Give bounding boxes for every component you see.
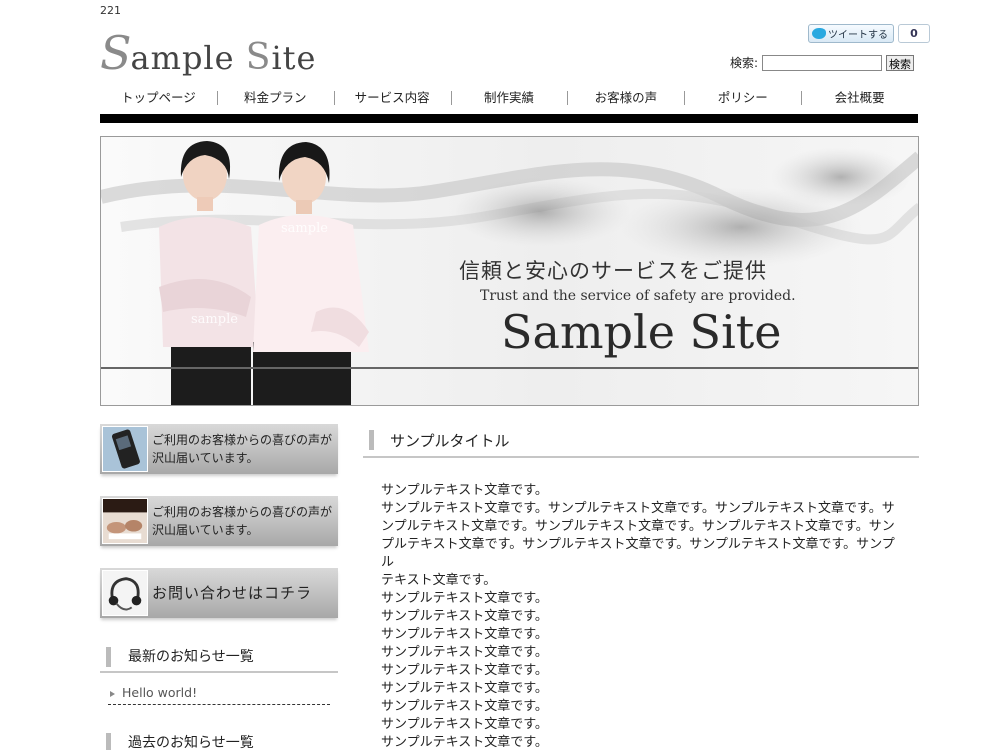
tweet-count: 0	[898, 24, 930, 43]
search-input[interactable]	[762, 54, 883, 71]
side-banner-text: ご利用のお客様からの喜びの声が 沢山届いています。	[152, 433, 333, 465]
hero-tagline-jp: 信頼と安心のサービスをご提供	[459, 259, 767, 283]
past-news-heading: 過去のお知らせ一覧	[100, 731, 338, 750]
nav-item-pricing[interactable]: 料金プラン	[216, 86, 334, 110]
twitter-bird-icon	[812, 28, 826, 39]
nav-item-company[interactable]: 会社概要	[801, 86, 918, 110]
meeting-icon	[102, 498, 148, 544]
hero-divider	[101, 367, 918, 369]
hero-tagline-en: Trust and the service of safety are prov…	[480, 288, 796, 304]
latest-news-heading: 最新のお知らせ一覧	[100, 645, 338, 673]
news-item[interactable]: Hello world!	[108, 683, 330, 705]
nav-item-services[interactable]: サービス内容	[333, 86, 451, 110]
site-logo[interactable]: Sample Site	[100, 26, 316, 76]
nav-underline-bar	[100, 114, 918, 123]
search-label: 検索:	[730, 56, 759, 70]
nav-item-voices[interactable]: お客様の声	[567, 86, 684, 110]
tweet-widget: ツイートする 0	[808, 24, 930, 43]
phone-icon	[102, 426, 148, 472]
main-title: サンプルタイトル	[363, 426, 919, 458]
page-id: 221	[100, 4, 121, 17]
side-banner-text: お問い合わせはコチラ	[152, 584, 313, 602]
side-banner-contact[interactable]: お問い合わせはコチラ	[100, 568, 338, 618]
hero-banner: sample sample 信頼と安心のサービスをご提供 Trust and t…	[100, 136, 919, 406]
side-banner-voices-1[interactable]: ご利用のお客様からの喜びの声が 沢山届いています。	[100, 424, 338, 474]
logo-text: Sample Site	[100, 26, 317, 80]
watermark-2: sample	[191, 312, 238, 327]
tweet-button[interactable]: ツイートする	[808, 24, 894, 43]
tweet-label: ツイートする	[828, 30, 888, 41]
global-nav: トップページ 料金プラン サービス内容 制作実績 お客様の声 ポリシー 会社概要	[100, 86, 918, 110]
headset-icon	[102, 570, 148, 616]
side-banner-text: ご利用のお客様からの喜びの声が 沢山届いています。	[152, 505, 333, 537]
nav-item-top[interactable]: トップページ	[100, 86, 217, 110]
nav-item-policy[interactable]: ポリシー	[684, 86, 801, 110]
watermark-1: sample	[281, 221, 328, 236]
hero-title: Sample Site	[501, 305, 782, 359]
nav-item-works[interactable]: 制作実績	[450, 86, 568, 110]
search-form: 検索: 検索	[730, 54, 915, 71]
search-button[interactable]: 検索	[886, 54, 915, 71]
side-banner-voices-2[interactable]: ご利用のお客様からの喜びの声が 沢山届いています。	[100, 496, 338, 546]
main-body-text: サンプルテキスト文章です。 サンプルテキスト文章です。サンプルテキスト文章です。…	[381, 483, 895, 750]
